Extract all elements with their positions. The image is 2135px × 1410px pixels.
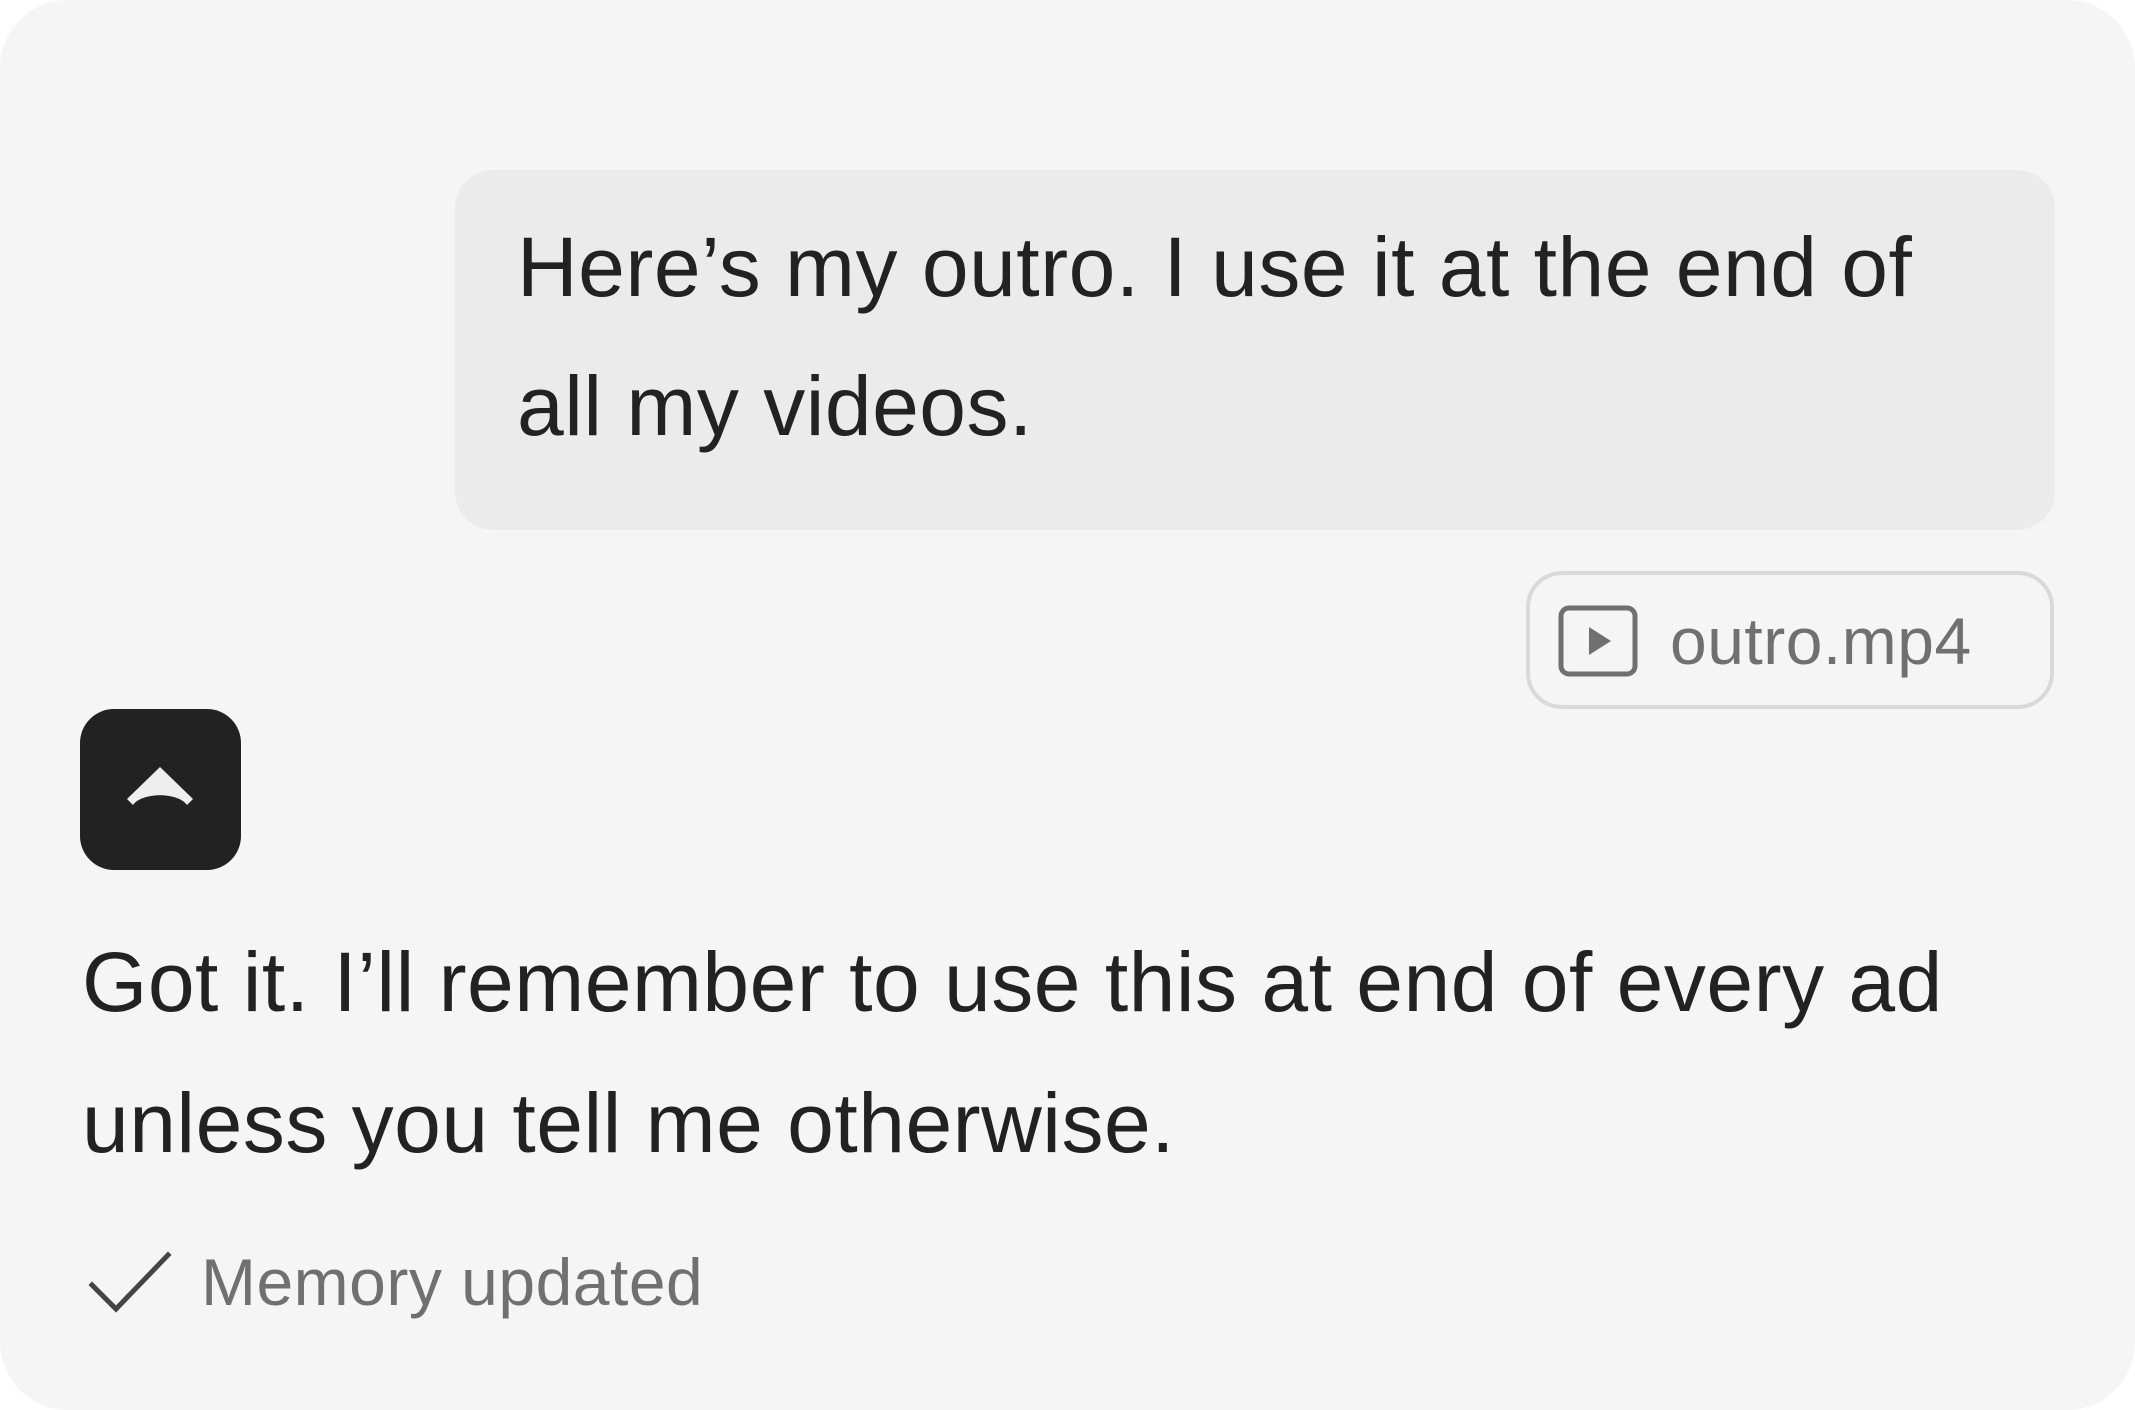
attachment-chip[interactable]: outro.mp4: [1526, 571, 2054, 709]
attachment-file-name: outro.mp4: [1670, 604, 1972, 678]
user-message-text: Here’s my outro. I use it at the end of …: [517, 220, 1913, 453]
chat-panel: Here’s my outro. I use it at the end of …: [0, 0, 2135, 1410]
memory-status-label: Memory updated: [201, 1245, 704, 1319]
assistant-avatar: [80, 709, 241, 870]
user-message-bubble: Here’s my outro. I use it at the end of …: [455, 170, 2055, 530]
video-play-icon: [1558, 605, 1638, 677]
checkmark-icon: [88, 1251, 172, 1313]
assistant-logo-icon: [127, 767, 193, 805]
assistant-message-text: Got it. I’ll remember to use this at end…: [82, 935, 1943, 1170]
